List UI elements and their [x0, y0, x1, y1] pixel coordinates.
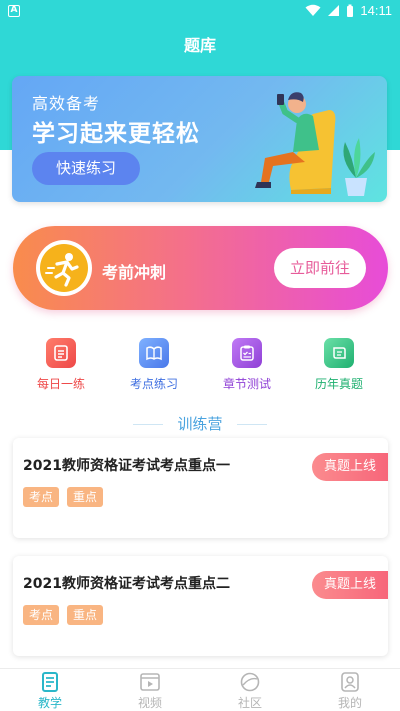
quick-action-point-practice[interactable]: 考点练习	[109, 338, 199, 392]
scroll-icon	[324, 338, 354, 368]
tab-profile[interactable]: 我的	[300, 671, 400, 711]
training-camp-header: 训练营	[0, 413, 400, 435]
wifi-icon	[305, 4, 321, 16]
quick-action-chapter-test[interactable]: 章节测试	[202, 338, 292, 392]
tag-badge: 考点	[23, 487, 60, 507]
section-divider-right	[237, 424, 267, 425]
battery-icon	[347, 4, 354, 17]
exam-sprint-card[interactable]: 考前冲刺 立即前往	[13, 226, 388, 310]
promo-banner[interactable]: 高效备考 学习起来更轻松 快速练习	[12, 76, 387, 202]
tab-teach[interactable]: 教学	[0, 671, 100, 711]
tag-badge: 重点	[67, 605, 104, 625]
clipboard-icon	[232, 338, 262, 368]
quick-action-label: 考点练习	[129, 377, 178, 391]
section-title: 训练营	[177, 415, 223, 433]
quick-action-daily-practice[interactable]: 每日一练	[16, 338, 106, 392]
quick-practice-button[interactable]: 快速练习	[32, 152, 140, 185]
course-card-tags: 考点 重点	[23, 487, 104, 507]
go-now-button[interactable]: 立即前往	[274, 248, 366, 288]
course-card-tags: 考点 重点	[23, 605, 104, 625]
profile-icon	[339, 671, 361, 693]
quick-action-label: 历年真题	[314, 377, 363, 391]
tab-label: 教学	[37, 696, 62, 710]
video-icon	[139, 671, 161, 693]
signal-icon	[328, 5, 340, 16]
quick-action-label: 章节测试	[222, 377, 271, 391]
tab-label: 视频	[137, 696, 162, 710]
teach-icon	[39, 671, 61, 693]
course-card[interactable]: 2021教师资格证考试考点重点二 考点 重点 真题上线	[13, 556, 388, 656]
running-icon	[40, 244, 88, 292]
banner-subtitle: 高效备考	[32, 94, 101, 113]
app-notification-icon: A	[8, 5, 20, 17]
status-indicators: 14:11	[305, 3, 392, 18]
book-icon	[139, 338, 169, 368]
quick-action-past-exams[interactable]: 历年真题	[294, 338, 384, 392]
reading-person-illustration	[255, 92, 375, 196]
bottom-tab-bar: 教学 视频 社区 我的	[0, 668, 400, 711]
sprint-title: 考前冲刺	[102, 263, 167, 282]
course-card-title: 2021教师资格证考试考点重点一	[23, 458, 230, 474]
quick-action-label: 每日一练	[36, 377, 85, 391]
tab-video[interactable]: 视频	[100, 671, 200, 711]
tab-community[interactable]: 社区	[200, 671, 300, 711]
course-card-title: 2021教师资格证考试考点重点二	[23, 576, 230, 592]
community-icon	[239, 671, 261, 693]
tab-label: 社区	[237, 696, 262, 710]
course-card[interactable]: 2021教师资格证考试考点重点一 考点 重点 真题上线	[13, 438, 388, 538]
new-questions-ribbon: 真题上线	[312, 453, 388, 481]
quick-actions: 每日一练 考点练习 章节测试 历年真题	[0, 338, 400, 398]
tag-badge: 重点	[67, 487, 104, 507]
status-bar: A 14:11	[0, 0, 400, 24]
new-questions-ribbon: 真题上线	[312, 571, 388, 599]
calendar-icon	[46, 338, 76, 368]
tag-badge: 考点	[23, 605, 60, 625]
sprint-icon-wrapper	[36, 240, 92, 296]
status-time: 14:11	[360, 3, 392, 18]
banner-headline: 学习起来更轻松	[32, 121, 200, 147]
tab-label: 我的	[337, 696, 362, 710]
page-title: 题库	[183, 36, 216, 55]
